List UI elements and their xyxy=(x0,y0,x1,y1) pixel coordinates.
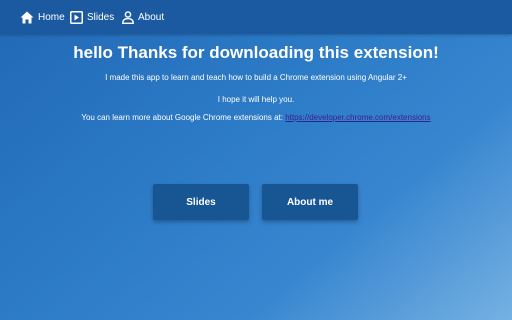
nav-item-slides[interactable]: Slides xyxy=(70,0,114,34)
learn-more-text: You can learn more about Google Chrome e… xyxy=(81,113,283,122)
nav-label-about: About xyxy=(138,11,165,23)
nav-item-about[interactable]: About xyxy=(122,0,164,34)
page-title: hello Thanks for downloading this extens… xyxy=(73,43,439,62)
about-me-button[interactable]: About me xyxy=(262,184,358,220)
hope-text: I hope it will help you. xyxy=(217,95,295,104)
nav-label-home: Home xyxy=(38,11,65,23)
intro-text: I made this app to learn and teach how t… xyxy=(105,73,407,82)
person-icon xyxy=(122,10,134,24)
slides-button[interactable]: Slides xyxy=(153,184,249,220)
learn-more-line: You can learn more about Google Chrome e… xyxy=(0,113,512,123)
top-nav-bar: Home Slides About xyxy=(0,0,512,34)
home-icon xyxy=(20,11,34,23)
chrome-extensions-link[interactable]: https://developer.chrome.com/extensions xyxy=(285,113,430,122)
nav-label-slides: Slides xyxy=(87,11,115,23)
nav-item-home[interactable]: Home xyxy=(20,0,65,34)
slides-icon xyxy=(70,10,83,24)
